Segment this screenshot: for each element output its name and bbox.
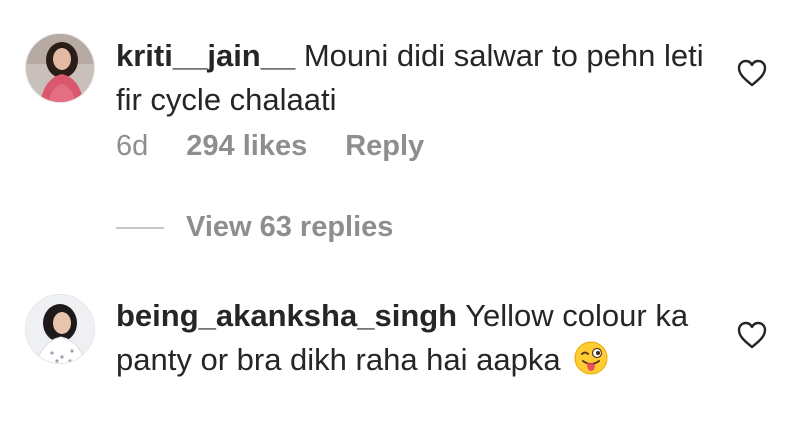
avatar[interactable] (25, 294, 95, 364)
comment-timestamp: 6d (116, 130, 149, 162)
heart-outline-icon[interactable] (736, 320, 768, 350)
comment-item: being_akanksha_singh Yellow colour ka pa… (0, 280, 800, 434)
comment-text: being_akanksha_singh Yellow colour ka pa… (116, 294, 716, 382)
winking-face-with-tongue-emoji-icon (573, 340, 609, 376)
view-replies-label[interactable]: View 63 replies (186, 211, 393, 244)
reply-button[interactable]: Reply (345, 130, 424, 163)
comment-likes[interactable]: 294 likes (186, 130, 307, 163)
view-replies-divider (116, 226, 164, 229)
comment-text: kriti__jain__ Mouni didi salwar to pehn … (116, 34, 716, 122)
avatar[interactable] (25, 33, 95, 103)
heart-outline-icon[interactable] (736, 58, 768, 88)
user-avatar-icon (26, 34, 94, 102)
user-avatar-icon (26, 295, 94, 363)
view-replies-toggle[interactable]: View 63 replies (116, 211, 393, 244)
comment-item: kriti__jain__ Mouni didi salwar to pehn … (0, 0, 800, 180)
comment-meta: 6d 294 likes Reply (116, 130, 424, 163)
comment-username[interactable]: being_akanksha_singh (116, 298, 457, 333)
comment-username[interactable]: kriti__jain__ (116, 38, 295, 73)
